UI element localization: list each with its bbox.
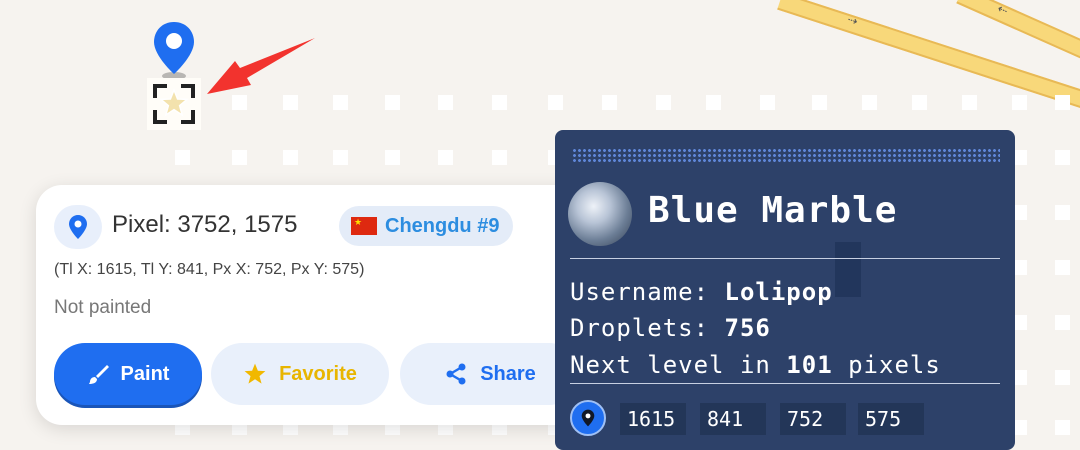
pixel-y-input[interactable]: 575 (858, 403, 924, 435)
canvas-pixel (760, 95, 775, 110)
divider (570, 383, 1000, 384)
next-level-prefix: Next level in (570, 351, 771, 379)
canvas-pixel (1055, 260, 1070, 275)
canvas-pixel (602, 95, 617, 110)
map-ghost-pixel (835, 242, 861, 297)
favorite-label: Favorite (279, 362, 357, 385)
blue-marble-panel: Blue Marble Username: Lolipop Droplets: … (555, 130, 1015, 450)
canvas-pixel (232, 150, 247, 165)
pixel-location-badge (54, 205, 102, 249)
region-badge[interactable]: ★ Chengdu #9 (339, 206, 514, 246)
canvas-pixel (656, 95, 671, 110)
road-arrow: ⇢ (845, 12, 860, 29)
pixel-info-card: Pixel: 3752, 1575 ★ Chengdu #9 (Tl X: 16… (36, 185, 596, 425)
canvas-pixel (812, 95, 827, 110)
username-row: Username: Lolipop (570, 278, 833, 306)
globe-icon (568, 182, 632, 246)
canvas-pixel (862, 95, 877, 110)
region-name: Chengdu #9 (385, 214, 500, 237)
canvas-pixel (962, 95, 977, 110)
drag-handle[interactable] (572, 148, 1000, 162)
tile-x-input[interactable]: 1615 (620, 403, 686, 435)
star-icon (244, 363, 266, 384)
next-level-value: 101 (786, 351, 833, 379)
droplets-row: Droplets: 756 (570, 314, 771, 342)
canvas-pixel (1012, 95, 1027, 110)
canvas-pixel (1055, 370, 1070, 385)
canvas-pixel (1055, 315, 1070, 330)
divider (570, 258, 1000, 259)
paint-button[interactable]: Paint (54, 343, 202, 405)
username-label: Username: (570, 278, 710, 306)
canvas-pixel (283, 150, 298, 165)
canvas-pixel (492, 95, 507, 110)
road-arrow: ⇠ (995, 1, 1011, 19)
canvas-pixel (333, 95, 348, 110)
panel-title: Blue Marble (648, 190, 898, 231)
canvas-pixel (1055, 95, 1070, 110)
pixel-coordinates: Pixel: 3752, 1575 (112, 211, 298, 238)
tile-y-input[interactable]: 841 (700, 403, 766, 435)
username-value: Lolipop (724, 278, 833, 306)
tile-coordinates: (Tl X: 1615, Tl Y: 841, Px X: 752, Px Y:… (54, 261, 365, 278)
canvas-pixel (492, 150, 507, 165)
canvas-pixel (912, 95, 927, 110)
canvas-pixel (1055, 205, 1070, 220)
location-pin-icon (69, 215, 87, 239)
favorite-button[interactable]: Favorite (211, 343, 389, 405)
canvas-pixel (385, 150, 400, 165)
brush-icon (88, 365, 109, 384)
canvas-pixel (1055, 420, 1070, 435)
star-icon (159, 88, 189, 117)
canvas-pixel (1055, 150, 1070, 165)
canvas-pixel (438, 150, 453, 165)
canvas-pixel (438, 95, 453, 110)
next-level-suffix: pixels (848, 351, 941, 379)
canvas-pixel (385, 95, 400, 110)
droplets-value: 756 (724, 314, 771, 342)
canvas-pixel (175, 150, 190, 165)
location-pin-icon (581, 409, 595, 427)
canvas-pixel (333, 150, 348, 165)
china-flag-icon: ★ (351, 217, 377, 235)
share-icon (446, 363, 466, 385)
droplets-label: Droplets: (570, 314, 710, 342)
location-pin-icon[interactable] (152, 20, 196, 80)
share-button[interactable]: Share (400, 343, 580, 405)
annotation-arrow (207, 38, 315, 94)
locate-button[interactable] (570, 400, 606, 436)
paint-label: Paint (120, 362, 170, 385)
paint-status: Not painted (54, 297, 152, 318)
canvas-pixel (706, 95, 721, 110)
share-label: Share (480, 362, 536, 385)
next-level-row: Next level in 101 pixels (570, 351, 941, 379)
pixel-x-input[interactable]: 752 (780, 403, 846, 435)
selected-pixel[interactable] (147, 78, 201, 130)
canvas-pixel (548, 95, 563, 110)
